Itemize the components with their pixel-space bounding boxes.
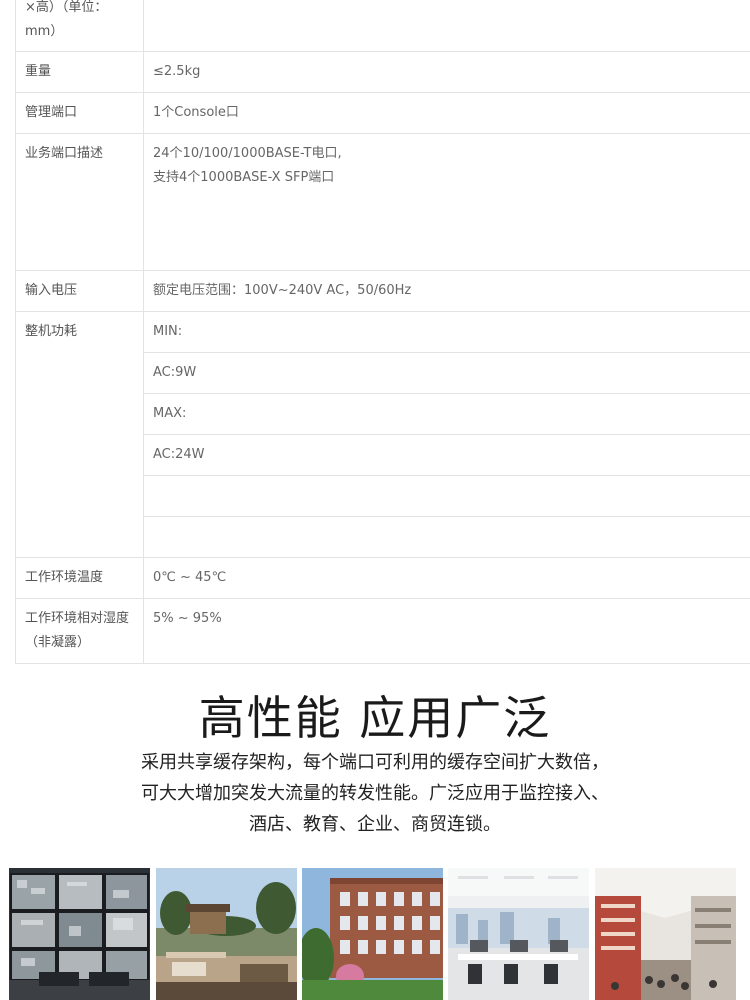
spec-value-dimensions <box>144 0 750 51</box>
spec-value-mgmt: 1个Console口 <box>153 105 239 120</box>
spec-row-ports: 业务端口描述 24个10/100/1000BASE-T电口, 支持4个1000B… <box>15 134 750 271</box>
spec-label-humidity: 工作环境相对湿度 （非凝露） <box>15 599 144 663</box>
dimension-label-line1: ×高）（单位： <box>25 0 108 15</box>
power-value-min: AC:9W <box>144 353 750 394</box>
office-interior-image <box>448 868 589 1000</box>
spec-value-humidity: 5% ~ 95% <box>153 611 222 626</box>
spec-row-power: 整机功耗 MIN: AC:9W MAX: AC:24W <box>15 312 750 558</box>
promo-desc-line2: 可大大增加突发大流量的转发性能。广泛应用于监控接入、 <box>141 783 609 804</box>
spec-label-weight: 重量 <box>15 52 144 92</box>
promo-headline: 高性能 应用广泛 <box>198 691 552 745</box>
spec-label-dimensions: ×高）（单位： mm） <box>15 0 144 51</box>
power-value-max-label: MAX: <box>144 394 750 435</box>
spec-value-ports: 24个10/100/1000BASE-T电口, 支持4个1000BASE-X S… <box>144 134 750 270</box>
ports-value-line2: 支持4个1000BASE-X SFP端口 <box>153 170 335 185</box>
spec-label-mgmt: 管理端口 <box>15 93 144 133</box>
promo-desc-line3: 酒店、教育、企业、商贸连锁。 <box>249 814 501 835</box>
spec-label-temp: 工作环境温度 <box>15 558 144 598</box>
spec-row-mgmt: 管理端口 1个Console口 <box>15 93 750 134</box>
humidity-label-line2: （非凝露） <box>25 635 91 650</box>
spec-label-power: 整机功耗 <box>15 312 144 557</box>
application-photos <box>9 868 750 1000</box>
spec-value-weight: ≤2.5kg <box>153 64 201 79</box>
spec-value-voltage: 额定电压范围：100V~240V AC，50/60Hz <box>153 283 412 298</box>
humidity-label-line1: 工作环境相对湿度 <box>25 611 130 626</box>
hotel-resort-image <box>156 868 297 1000</box>
spec-value-temp: 0℃ ~ 45℃ <box>153 570 227 585</box>
spec-row-temp: 工作环境温度 0℃ ~ 45℃ <box>15 558 750 599</box>
spec-row-humidity: 工作环境相对湿度 （非凝露） 5% ~ 95% <box>15 599 750 664</box>
ports-value-line1: 24个10/100/1000BASE-T电口, <box>153 146 342 161</box>
power-value-min-label: MIN: <box>144 312 750 353</box>
spec-label-voltage: 输入电压 <box>15 271 144 311</box>
promo-desc-line1: 采用共享缓存架构，每个端口可利用的缓存空间扩大数倍， <box>141 752 609 773</box>
shopping-mall-image <box>595 868 736 1000</box>
spec-table: ×高）（单位： mm） 重量 ≤2.5kg 管理端口 1个Console口 业务… <box>15 0 750 668</box>
dimension-label-line2: mm） <box>25 24 64 39</box>
surveillance-video-wall-image <box>9 868 150 1000</box>
spec-label-ports: 业务端口描述 <box>15 134 144 270</box>
power-value-max: AC:24W <box>144 435 750 476</box>
campus-building-image <box>302 868 443 1000</box>
spec-row-dimensions: ×高）（单位： mm） <box>15 0 750 52</box>
power-value-empty-1 <box>144 476 750 517</box>
spec-row-voltage: 输入电压 额定电压范围：100V~240V AC，50/60Hz <box>15 271 750 312</box>
spec-row-weight: 重量 ≤2.5kg <box>15 52 750 93</box>
